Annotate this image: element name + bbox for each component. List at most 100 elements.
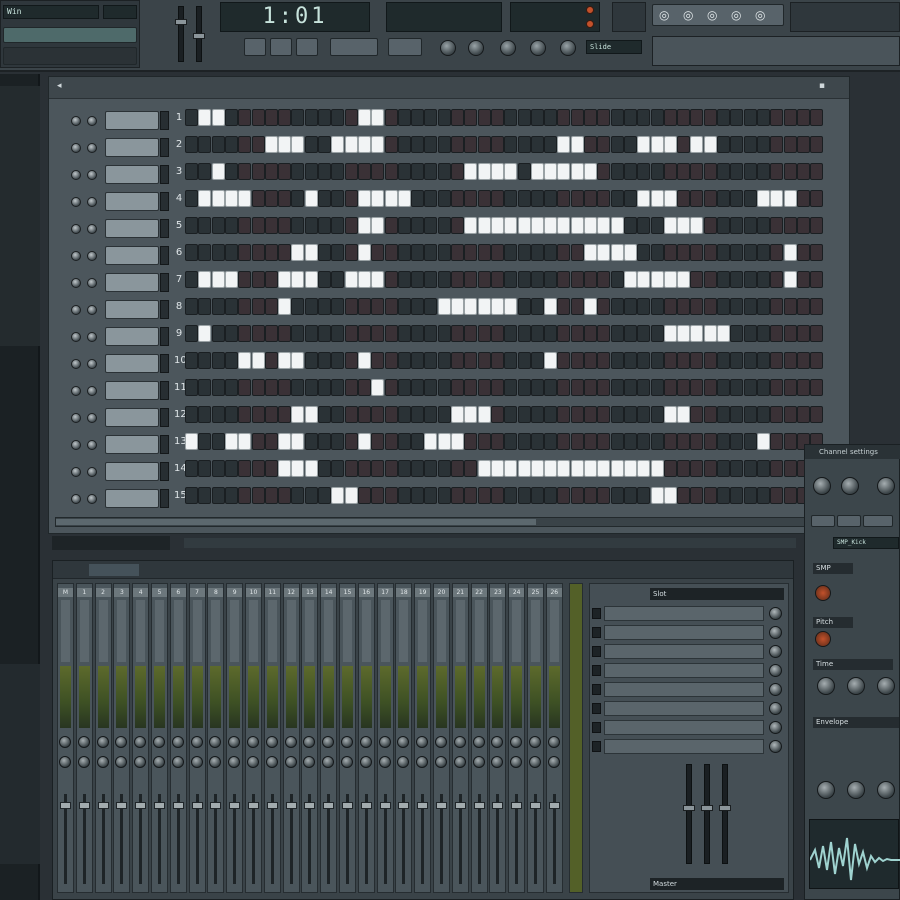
mixer-stereo-knob[interactable] <box>322 756 335 768</box>
step-button[interactable] <box>424 352 438 369</box>
step-button[interactable] <box>703 190 717 207</box>
step-button[interactable] <box>198 163 212 180</box>
step-button[interactable] <box>185 352 198 369</box>
fader-thumb[interactable] <box>473 802 485 809</box>
step-button[interactable] <box>224 298 238 315</box>
step-button[interactable] <box>677 109 691 126</box>
mixer-pan-knob[interactable] <box>190 736 203 748</box>
mixer-strip[interactable]: M <box>57 583 74 893</box>
mixer-stereo-knob[interactable] <box>491 756 504 768</box>
step-button[interactable] <box>384 487 398 504</box>
step-button[interactable] <box>544 217 558 234</box>
step-button[interactable] <box>650 244 664 261</box>
step-button[interactable] <box>384 379 398 396</box>
step-button[interactable] <box>397 109 411 126</box>
step-button[interactable] <box>318 190 331 207</box>
step-button[interactable] <box>477 352 491 369</box>
channel-volume-knob[interactable] <box>87 440 97 450</box>
step-button[interactable] <box>477 379 491 396</box>
step-button[interactable] <box>530 433 544 450</box>
step-button[interactable] <box>770 217 784 234</box>
step-button[interactable] <box>756 406 770 423</box>
mixer-stereo-knob[interactable] <box>529 756 541 768</box>
step-button[interactable] <box>690 190 704 207</box>
step-button[interactable] <box>331 433 345 450</box>
step-button[interactable] <box>251 163 265 180</box>
step-button[interactable] <box>530 163 544 180</box>
step-button[interactable] <box>490 136 504 153</box>
step-button[interactable] <box>743 406 757 423</box>
step-button[interactable] <box>424 460 438 477</box>
step-button[interactable] <box>224 244 238 261</box>
mixer-pan-knob[interactable] <box>510 736 523 748</box>
step-button[interactable] <box>677 217 691 234</box>
channel-volume-knob[interactable] <box>87 305 97 315</box>
step-button[interactable] <box>384 433 398 450</box>
step-button[interactable] <box>703 406 717 423</box>
tempo-button[interactable] <box>388 38 422 56</box>
pattern-name-field[interactable]: Slide <box>586 40 642 54</box>
step-button[interactable] <box>796 217 810 234</box>
fader-thumb[interactable] <box>304 802 316 809</box>
step-button[interactable] <box>411 379 425 396</box>
mixer-strip[interactable]: 12 <box>282 583 300 893</box>
eq-slider-1[interactable] <box>683 764 695 864</box>
channel-button[interactable] <box>105 111 159 130</box>
step-button[interactable] <box>677 298 691 315</box>
mixer-strip[interactable]: 3 <box>113 583 131 893</box>
step-button[interactable] <box>597 352 611 369</box>
step-button[interactable] <box>357 352 371 369</box>
step-button[interactable] <box>411 271 425 288</box>
mixer-stereo-knob[interactable] <box>171 756 184 768</box>
step-button[interactable] <box>770 298 784 315</box>
step-button[interactable] <box>623 109 637 126</box>
step-button[interactable] <box>584 271 597 288</box>
step-button[interactable] <box>703 433 717 450</box>
step-button[interactable] <box>610 136 624 153</box>
step-button[interactable] <box>344 190 358 207</box>
step-button[interactable] <box>291 163 305 180</box>
step-button[interactable] <box>211 487 225 504</box>
step-button[interactable] <box>357 379 371 396</box>
step-button[interactable] <box>238 379 252 396</box>
mixer-strip[interactable]: 11 <box>263 583 281 893</box>
step-button[interactable] <box>224 352 238 369</box>
mixer-stereo-knob[interactable] <box>284 756 297 768</box>
step-button[interactable] <box>437 352 451 369</box>
step-button[interactable] <box>424 379 438 396</box>
step-button[interactable] <box>663 163 677 180</box>
step-button[interactable] <box>557 217 571 234</box>
pitch-icon[interactable] <box>815 631 831 647</box>
channel-pan-knob[interactable] <box>71 413 81 423</box>
step-button[interactable] <box>743 217 757 234</box>
step-button[interactable] <box>597 487 611 504</box>
channel-select[interactable] <box>160 165 169 184</box>
step-button[interactable] <box>690 379 704 396</box>
step-button[interactable] <box>451 271 464 288</box>
step-button[interactable] <box>198 406 212 423</box>
step-button[interactable] <box>690 352 704 369</box>
step-button[interactable] <box>211 109 225 126</box>
step-button[interactable] <box>650 271 664 288</box>
step-button[interactable] <box>650 136 664 153</box>
step-button[interactable] <box>637 109 651 126</box>
step-button[interactable] <box>637 244 651 261</box>
step-button[interactable] <box>557 460 571 477</box>
step-button[interactable] <box>557 244 571 261</box>
step-button[interactable] <box>384 352 398 369</box>
step-button[interactable] <box>357 406 371 423</box>
step-button[interactable] <box>371 352 385 369</box>
step-button[interactable] <box>570 487 584 504</box>
mixer-track-name[interactable] <box>343 600 352 662</box>
step-button[interactable] <box>211 433 225 450</box>
step-button[interactable] <box>717 271 730 288</box>
mixer-strip[interactable]: 22 <box>470 583 488 893</box>
step-button[interactable] <box>437 244 451 261</box>
step-button[interactable] <box>371 298 385 315</box>
step-button[interactable] <box>770 460 784 477</box>
step-button[interactable] <box>238 352 252 369</box>
step-button[interactable] <box>677 379 691 396</box>
step-button[interactable] <box>690 163 704 180</box>
step-button[interactable] <box>770 487 784 504</box>
channel-pan-knob[interactable] <box>71 224 81 234</box>
